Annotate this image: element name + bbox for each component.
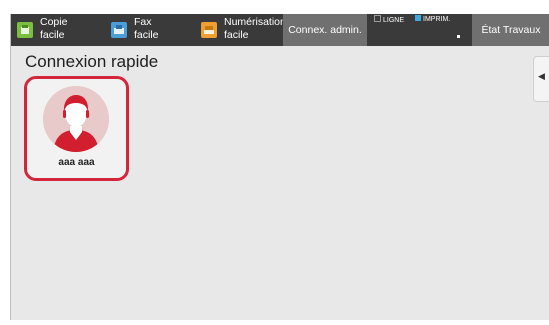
line-led-icon: [374, 15, 381, 22]
print-led-icon: [415, 15, 421, 21]
shortcut-easy-scan-label: Numérisation facile: [224, 16, 286, 41]
shortcut-easy-scan[interactable]: Numérisation facile: [201, 14, 287, 46]
shortcut-easy-fax-label: Fax facile: [134, 16, 159, 41]
line-indicator: LIGNE: [374, 15, 404, 25]
fax-icon: [111, 22, 127, 38]
line-indicator-label: LIGNE: [383, 17, 405, 24]
page-title: Connexion rapide: [25, 52, 159, 71]
user-name: aaa aaa: [58, 157, 95, 168]
admin-login-button[interactable]: Connex. admin.: [283, 14, 367, 46]
shortcut-easy-copy[interactable]: Copie facile: [17, 14, 97, 46]
side-panel-tab[interactable]: ◀: [533, 56, 549, 102]
user-avatar-icon: [43, 86, 109, 152]
shortcut-easy-fax[interactable]: Fax facile: [111, 14, 191, 46]
print-indicator-label: IMPRIM.: [423, 16, 451, 23]
job-status-button[interactable]: État Travaux: [472, 14, 549, 46]
scan-icon: [201, 22, 217, 38]
print-indicator: IMPRIM.: [415, 15, 450, 24]
user-tile[interactable]: aaa aaa: [24, 76, 129, 181]
touch-screen: Copie facile Fax facile Numérisation facile…: [10, 14, 549, 320]
copy-icon: [17, 22, 33, 38]
shortcut-easy-copy-label: Copie facile: [40, 16, 68, 41]
arrow-left-icon: ◀: [538, 71, 545, 81]
device-frame: Copie facile Fax facile Numérisation facile…: [0, 0, 549, 325]
top-bar: Copie facile Fax facile Numérisation facile…: [11, 14, 549, 46]
status-dot-icon: [457, 35, 460, 38]
